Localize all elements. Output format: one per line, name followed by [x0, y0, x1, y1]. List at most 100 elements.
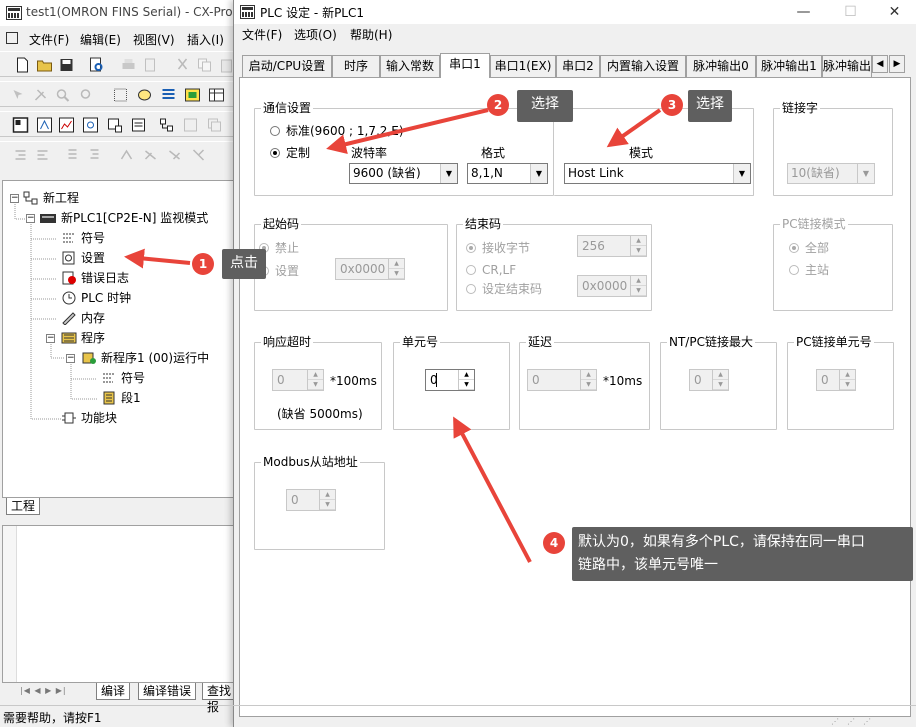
- menu-options[interactable]: 选项(O): [294, 26, 337, 43]
- find-icon[interactable]: [78, 87, 95, 103]
- document-icon[interactable]: [6, 32, 18, 44]
- comment-icon[interactable]: [136, 87, 153, 103]
- menu-insert[interactable]: 插入(I): [187, 31, 224, 48]
- received-bytes-spinner[interactable]: 256 ▲ ▼: [577, 235, 647, 257]
- tree-item-program-symbols[interactable]: 符号: [101, 369, 145, 387]
- spinner-buttons[interactable]: ▲ ▼: [319, 490, 335, 510]
- list-icon[interactable]: [160, 87, 177, 103]
- spin-down-icon[interactable]: ▼: [840, 380, 855, 390]
- spin-down-icon[interactable]: ▼: [631, 286, 646, 296]
- spinner-buttons[interactable]: ▲ ▼: [580, 370, 596, 390]
- baud-rate-select[interactable]: 9600 (缺省) ▼: [349, 163, 458, 184]
- tab-scroll-buttons[interactable]: |◀ ◀ ▶ ▶|: [20, 683, 92, 699]
- collapse-toggle[interactable]: −: [66, 354, 75, 363]
- spin-up-icon[interactable]: ▲: [389, 259, 404, 269]
- spinner-buttons[interactable]: ▲ ▼: [630, 276, 646, 296]
- io-icon[interactable]: [106, 117, 123, 133]
- select-icon[interactable]: [10, 87, 27, 103]
- collapse-toggle[interactable]: −: [46, 334, 55, 343]
- watch-icon[interactable]: [82, 117, 99, 133]
- tab-compile-errors[interactable]: 编译错误: [138, 683, 197, 700]
- spin-up-icon[interactable]: ▲: [840, 370, 855, 380]
- tab-pulse-output[interactable]: 脉冲输出: [822, 55, 872, 77]
- spin-up-icon[interactable]: ▲: [713, 370, 728, 380]
- format-icon[interactable]: [86, 147, 103, 163]
- chevron-down-icon[interactable]: ▼: [857, 164, 874, 183]
- table-icon[interactable]: [208, 87, 225, 103]
- tree-item-error-log[interactable]: 错误日志: [61, 269, 129, 287]
- tab-compile[interactable]: 编译: [96, 683, 131, 700]
- tree-item-project[interactable]: 新工程: [23, 189, 79, 207]
- chart-icon[interactable]: [58, 117, 75, 133]
- pc-link-master-radio[interactable]: [789, 265, 799, 275]
- received-bytes-radio[interactable]: [466, 243, 476, 253]
- nt-pc-link-max-spinner[interactable]: 0 ▲ ▼: [689, 369, 729, 391]
- tab-startup-cpu[interactable]: 启动/CPU设置: [242, 55, 332, 77]
- collapse-toggle[interactable]: −: [10, 194, 19, 203]
- pc-link-unit-spinner[interactable]: 0 ▲ ▼: [816, 369, 856, 391]
- tab-serial-port1-ex[interactable]: 串口1(EX): [490, 55, 556, 77]
- cut-icon[interactable]: [174, 57, 191, 73]
- menu-file[interactable]: 文件(F): [29, 31, 69, 48]
- menu-help[interactable]: 帮助(H): [350, 26, 392, 43]
- tab-scroll-left-icon[interactable]: ◀: [872, 55, 888, 73]
- tab-pulse-output1[interactable]: 脉冲输出1: [756, 55, 822, 77]
- contact-icon[interactable]: [118, 147, 135, 163]
- tree-item-program1[interactable]: 新程序1 (00)运行中: [81, 349, 209, 367]
- tab-input-constants[interactable]: 输入常数: [380, 55, 440, 77]
- spinner-buttons[interactable]: ▲ ▼: [630, 236, 646, 256]
- spin-down-icon[interactable]: ▼: [389, 269, 404, 279]
- maximize-button[interactable]: ☐: [828, 0, 873, 24]
- tree-item-plc[interactable]: 新PLC1[CP2E-N] 监视模式: [39, 209, 208, 227]
- crlf-radio[interactable]: [466, 265, 476, 275]
- tree-item-programs[interactable]: 程序: [61, 329, 105, 347]
- chevron-down-icon[interactable]: ▼: [530, 164, 547, 183]
- outdent-icon[interactable]: [34, 147, 51, 163]
- spin-down-icon[interactable]: ▼: [631, 246, 646, 256]
- spin-up-icon[interactable]: ▲: [320, 490, 335, 500]
- menu-edit[interactable]: 编辑(E): [80, 31, 121, 48]
- spin-down-icon[interactable]: ▼: [459, 380, 474, 390]
- tab-timing[interactable]: 时序: [332, 55, 380, 77]
- end-code-spinner[interactable]: 0x0000 ▲ ▼: [577, 275, 647, 297]
- chevron-down-icon[interactable]: ▼: [733, 164, 750, 183]
- tab-serial-port1[interactable]: 串口1: [440, 53, 490, 78]
- indent-icon[interactable]: [12, 147, 29, 163]
- chevron-down-icon[interactable]: ▼: [440, 164, 457, 183]
- spin-down-icon[interactable]: ▼: [308, 380, 323, 390]
- spin-down-icon[interactable]: ▼: [320, 500, 335, 510]
- spinner-buttons[interactable]: ▲ ▼: [712, 370, 728, 390]
- format-select[interactable]: 8,1,N ▼: [467, 163, 548, 184]
- tab-project[interactable]: 工程: [6, 498, 41, 515]
- mode-select[interactable]: Host Link ▼: [564, 163, 751, 184]
- response-timeout-spinner[interactable]: 0 ▲ ▼: [272, 369, 324, 391]
- spin-up-icon[interactable]: ▲: [631, 276, 646, 286]
- menu-view[interactable]: 视图(V): [133, 31, 175, 48]
- delay-spinner[interactable]: 0 ▲ ▼: [527, 369, 597, 391]
- tree-item-memory[interactable]: 内存: [61, 309, 105, 327]
- custom-radio[interactable]: [270, 148, 280, 158]
- tree-item-section1[interactable]: 段1: [101, 389, 141, 407]
- tab-builtin-input[interactable]: 内置输入设置: [600, 55, 686, 77]
- tree-item-function-blocks[interactable]: 功能块: [61, 409, 117, 427]
- spin-down-icon[interactable]: ▼: [581, 380, 596, 390]
- save-icon[interactable]: [58, 57, 75, 73]
- print-preview-icon[interactable]: [88, 57, 105, 73]
- tab-pulse-output0[interactable]: 脉冲输出0: [686, 55, 756, 77]
- start-code-spinner[interactable]: 0x0000 ▲ ▼: [335, 258, 405, 280]
- coil-icon[interactable]: [142, 147, 159, 163]
- link-word-select[interactable]: 10(缺省) ▼: [787, 163, 875, 184]
- cascade-icon[interactable]: [206, 117, 223, 133]
- tab-serial-port2[interactable]: 串口2: [556, 55, 600, 77]
- print-icon[interactable]: [120, 57, 137, 73]
- pc-link-all-radio[interactable]: [789, 243, 799, 253]
- tab-scroll-right-icon[interactable]: ▶: [889, 55, 905, 73]
- spinner-buttons[interactable]: ▲ ▼: [839, 370, 855, 390]
- wire-icon[interactable]: [166, 147, 183, 163]
- network-icon[interactable]: [158, 117, 175, 133]
- set-end-code-radio[interactable]: [466, 284, 476, 294]
- spinner-buttons[interactable]: ▲ ▼: [307, 370, 323, 390]
- copy-icon[interactable]: [196, 57, 213, 73]
- zoom-icon[interactable]: [54, 87, 71, 103]
- menu-file[interactable]: 文件(F): [242, 26, 282, 43]
